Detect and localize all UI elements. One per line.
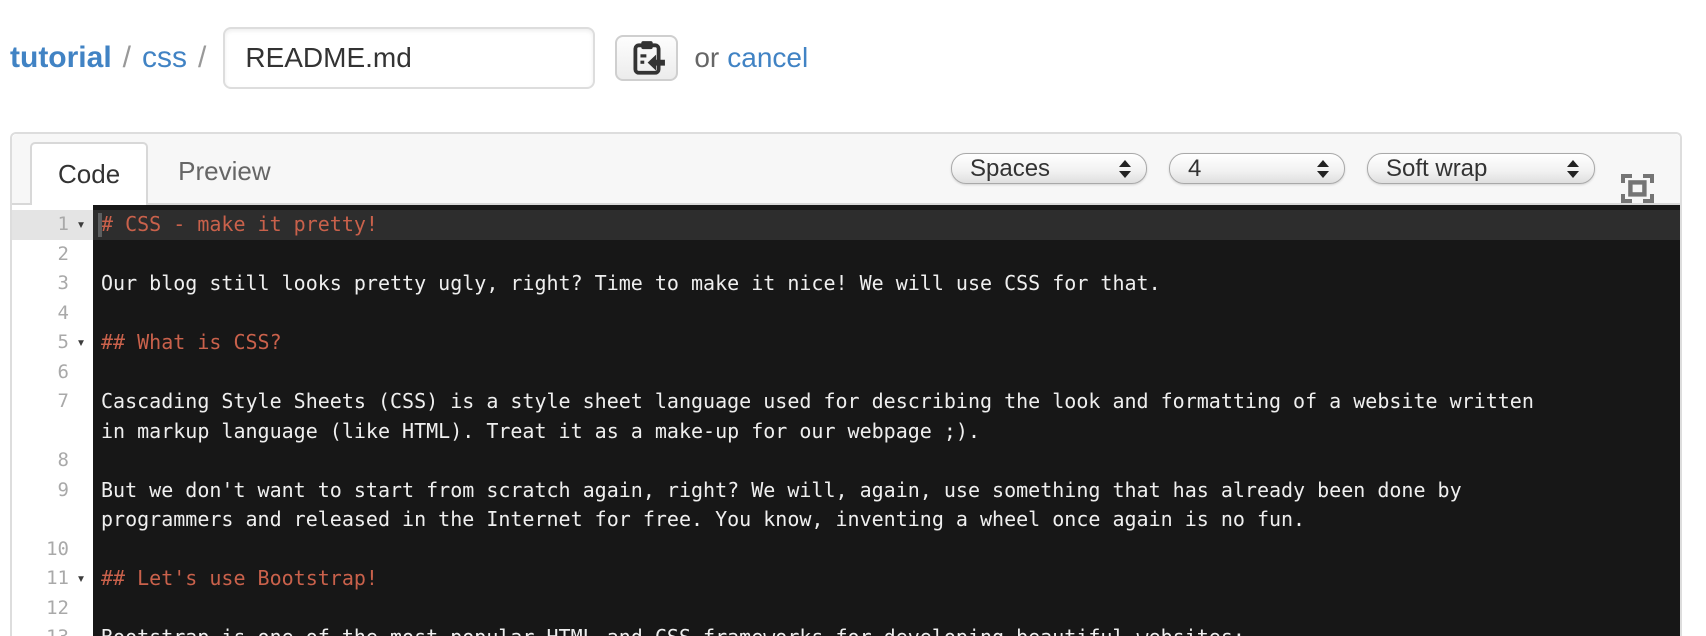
code-text: ## What is CSS? [101, 330, 282, 354]
editor-line[interactable]: 3 Our blog still looks pretty ugly, right… [12, 269, 1680, 299]
code-text: # CSS - make it pretty! [101, 212, 378, 236]
code-line[interactable]: Bootstrap is one of the most popular HTM… [93, 623, 1680, 636]
breadcrumb-folder-link[interactable]: css [142, 41, 187, 75]
breadcrumb-separator: / [122, 41, 132, 74]
code-text: ## Let's use Bootstrap! [101, 566, 378, 590]
gutter-cell[interactable]: 1 ▾ [12, 210, 93, 240]
fold-chevron-down-icon[interactable]: ▾ [69, 210, 93, 240]
editor-line[interactable]: 6 [12, 358, 1680, 388]
indent-mode-select[interactable]: Spaces [951, 153, 1147, 184]
code-line[interactable]: ## Let's use Bootstrap! [93, 564, 1680, 594]
code-line[interactable] [93, 240, 1680, 270]
gutter-cell[interactable]: 7 [12, 387, 93, 446]
gutter-cell[interactable]: 11 ▾ [12, 564, 93, 594]
up-down-stepper-icon [1317, 159, 1329, 178]
code-text: But we don't want to start from scratch … [101, 477, 1474, 532]
editor-line[interactable]: 2 [12, 240, 1680, 270]
gutter-cell[interactable]: 5 ▾ [12, 328, 93, 358]
cancel-link[interactable]: cancel [727, 42, 808, 74]
editor-line[interactable]: 7 Cascading Style Sheets (CSS) is a style… [12, 387, 1680, 446]
copy-path-button[interactable] [615, 35, 679, 81]
line-number: 6 [57, 360, 69, 383]
line-number: 3 [57, 272, 69, 294]
code-text: Bootstrap is one of the most popular HTM… [101, 623, 1541, 636]
indent-size-value: 4 [1188, 154, 1202, 182]
line-number: 8 [57, 449, 69, 471]
clipboard-arrow-icon [629, 39, 665, 77]
editor-settings: Spaces 4 Soft wrap [951, 153, 1595, 184]
code-line[interactable] [93, 594, 1680, 624]
wrap-mode-value: Soft wrap [1386, 154, 1488, 182]
up-down-stepper-icon [1567, 159, 1579, 178]
code-line[interactable] [93, 299, 1680, 329]
fullscreen-button[interactable] [1621, 174, 1654, 203]
line-number: 5 [57, 331, 69, 353]
gutter-cell[interactable]: 6 [12, 358, 93, 388]
line-number: 9 [57, 478, 69, 501]
wrap-mode-select[interactable]: Soft wrap [1367, 153, 1595, 184]
line-number: 10 [46, 537, 69, 560]
indent-mode-value: Spaces [970, 154, 1051, 182]
editor-toolbar: Code Preview Spaces 4 Soft wrap [12, 134, 1680, 205]
editor-line[interactable]: 10 [12, 535, 1680, 565]
code-line[interactable]: But we don't want to start from scratch … [93, 476, 1680, 535]
code-line[interactable] [93, 358, 1680, 388]
code-line[interactable] [93, 535, 1680, 565]
code-line[interactable]: Our blog still looks pretty ugly, right?… [93, 269, 1680, 299]
code-text: Cascading Style Sheets (CSS) is a style … [101, 389, 1546, 443]
editor-line[interactable]: 13 Bootstrap is one of the most popular H… [12, 623, 1680, 636]
gutter-cell[interactable]: 3 [12, 269, 93, 299]
line-number: 13 [12, 623, 69, 636]
gutter-cell[interactable]: 13 [12, 623, 93, 636]
fold-chevron-down-icon[interactable]: ▾ [69, 564, 93, 594]
line-number: 11 [46, 567, 69, 589]
editor-line[interactable]: 4 [12, 299, 1680, 329]
gutter-cell[interactable]: 4 [12, 299, 93, 329]
editor-line[interactable]: 11 ▾ ## Let's use Bootstrap! [12, 564, 1680, 594]
editor-line[interactable]: 1 ▾ # CSS - make it pretty! [12, 210, 1680, 240]
file-editor-panel: Code Preview Spaces 4 Soft wrap 1 ▾ # CSS - m… [10, 132, 1682, 636]
line-number: 1 [57, 213, 69, 235]
gutter-cell[interactable]: 2 [12, 240, 93, 270]
editor-line[interactable]: 8 [12, 446, 1680, 476]
up-down-stepper-icon [1119, 159, 1131, 178]
code-line[interactable]: ## What is CSS? [93, 328, 1680, 358]
gutter-cell[interactable]: 12 [12, 594, 93, 624]
gutter-cell[interactable]: 10 [12, 535, 93, 565]
gutter-cell[interactable]: 9 [12, 476, 93, 535]
filename-input[interactable] [223, 27, 596, 89]
tab-preview[interactable]: Preview [148, 140, 300, 203]
breadcrumb-separator: / [198, 41, 207, 74]
breadcrumb: tutorial / css / or cancel [0, 0, 1706, 90]
editor-line[interactable]: 5 ▾ ## What is CSS? [12, 328, 1680, 358]
editor-line[interactable]: 9 But we don't want to start from scratch… [12, 476, 1680, 535]
line-number: 12 [46, 596, 69, 619]
line-number: 4 [57, 301, 69, 324]
text-cursor [98, 213, 102, 237]
indent-size-select[interactable]: 4 [1169, 153, 1345, 184]
code-line[interactable] [93, 446, 1680, 476]
line-number: 2 [57, 242, 69, 265]
breadcrumb-repo-link[interactable]: tutorial [10, 41, 112, 75]
code-line[interactable]: # CSS - make it pretty! [93, 210, 1680, 240]
screen-full-icon [1621, 174, 1654, 203]
fold-chevron-down-icon[interactable]: ▾ [69, 328, 93, 358]
editor-line[interactable]: 12 [12, 594, 1680, 624]
tab-code[interactable]: Code [30, 142, 149, 205]
code-editor[interactable]: 1 ▾ # CSS - make it pretty! 2 3 Our blog stil… [12, 205, 1680, 636]
or-text: or [694, 42, 720, 73]
code-line[interactable]: Cascading Style Sheets (CSS) is a style … [93, 387, 1680, 446]
line-number: 7 [57, 390, 69, 412]
gutter-cell[interactable]: 8 [12, 446, 93, 476]
code-text: Our blog still looks pretty ugly, right?… [101, 271, 1161, 295]
